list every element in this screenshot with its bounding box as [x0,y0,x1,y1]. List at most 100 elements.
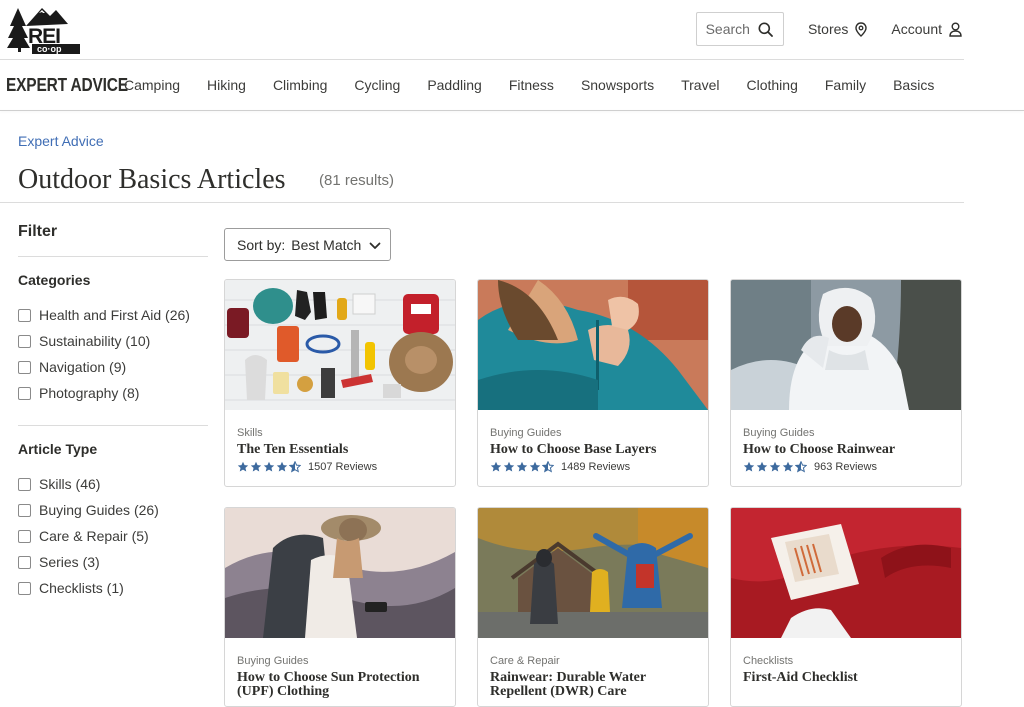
filter-option-checklists[interactable]: Checklists (1) [18,575,159,601]
nav-item-clothing[interactable]: Clothing [746,77,797,93]
filter-option-buying-guides[interactable]: Buying Guides (26) [18,497,159,523]
article-card-rainwear[interactable]: Buying Guides How to Choose Rainwear 963… [730,279,962,487]
sort-dropdown[interactable]: Sort by: Best Match [224,228,391,261]
nav-item-climbing[interactable]: Climbing [273,77,327,93]
checkbox[interactable] [18,529,31,543]
stores-link[interactable]: Stores [808,21,868,37]
article-card-base-layers[interactable]: Buying Guides How to Choose Base Layers … [477,279,709,487]
nav-item-camping[interactable]: Camping [124,77,180,93]
article-image-rainwear[interactable] [731,280,961,410]
article-meta: Care & Repair Rainwear: Durable Water Re… [490,655,698,699]
expert-advice-nav: EXPERT ADVICE Camping Hiking Climbing Cy… [0,60,1024,111]
star-icon [529,461,541,472]
filter-option-label: Navigation (9) [39,359,127,375]
rei-logo[interactable]: REI co·op [6,4,82,54]
filter-option-health-first-aid[interactable]: Health and First Aid (26) [18,302,190,328]
account-link[interactable]: Account [891,21,962,37]
filter-option-skills[interactable]: Skills (46) [18,471,159,497]
nav-item-hiking[interactable]: Hiking [207,77,246,93]
article-image-ten-essentials[interactable] [225,280,455,410]
star-half-icon [542,461,554,473]
location-pin-icon [855,21,868,37]
filter-group-categories: Categories Health and First Aid (26) Sus… [18,272,190,406]
article-image-sun-protection[interactable] [225,508,455,638]
filter-option-photography[interactable]: Photography (8) [18,380,190,406]
breadcrumb-expert-advice[interactable]: Expert Advice [18,133,104,149]
nav-item-snowsports[interactable]: Snowsports [581,77,654,93]
checkbox[interactable] [18,581,31,595]
article-title[interactable]: Rainwear: Durable Water Repellent (DWR) … [490,671,698,699]
search-icon [758,22,773,37]
page-title: Outdoor Basics Articles [18,164,286,195]
filter-option-navigation[interactable]: Navigation (9) [18,354,190,380]
star-icon [756,461,768,472]
article-meta: Buying Guides How to Choose Sun Protecti… [237,655,445,699]
article-title[interactable]: First-Aid Checklist [743,671,951,685]
article-card-ten-essentials[interactable]: Skills The Ten Essentials 1507 Reviews [224,279,456,487]
star-icon [743,461,755,472]
account-label: Account [891,21,942,37]
filter-option-label: Checklists (1) [39,580,124,596]
nav-divider [0,110,1024,111]
filter-option-care-repair[interactable]: Care & Repair (5) [18,523,159,549]
article-category: Buying Guides [743,427,815,439]
header-actions: Search Stores Account [695,12,962,46]
star-half-icon [795,461,807,473]
article-title[interactable]: How to Choose Rainwear [743,443,951,457]
expert-advice-home-link[interactable]: EXPERT ADVICE [6,75,128,96]
filter-option-label: Care & Repair (5) [39,528,149,544]
checkbox[interactable] [18,308,31,322]
nav-item-paddling[interactable]: Paddling [427,77,482,93]
article-rating: 963 Reviews [743,461,951,473]
user-icon [949,22,962,37]
article-image-first-aid[interactable] [731,508,961,638]
filter-group-label: Categories [18,272,91,288]
nav-item-family[interactable]: Family [825,77,866,93]
filter-option-label: Health and First Aid (26) [39,307,190,323]
article-title[interactable]: How to Choose Base Layers [490,443,698,457]
article-image-dwr-care[interactable] [478,508,708,638]
title-divider [0,202,964,203]
article-card-first-aid-checklist[interactable]: Checklists First-Aid Checklist [730,507,962,707]
article-category: Checklists [743,655,794,667]
top-header: REI co·op Search Stores Account [0,0,1024,60]
article-card-dwr-care[interactable]: Care & Repair Rainwear: Durable Water Re… [477,507,709,707]
article-meta: Skills The Ten Essentials 1507 Reviews [237,427,445,473]
filter-group-label: Article Type [18,441,98,457]
filter-divider [18,256,208,257]
checkbox[interactable] [18,555,31,569]
review-count[interactable]: 1507 Reviews [308,461,377,473]
star-icon [503,461,515,472]
review-count[interactable]: 1489 Reviews [561,461,630,473]
filter-divider [18,425,208,426]
nav-item-travel[interactable]: Travel [681,77,719,93]
article-category: Skills [237,427,263,439]
star-icon [237,461,249,472]
star-icon [490,461,502,472]
article-title[interactable]: How to Choose Sun Protection (UPF) Cloth… [237,671,445,699]
review-count[interactable]: 963 Reviews [814,461,877,473]
article-card-sun-protection[interactable]: Buying Guides How to Choose Sun Protecti… [224,507,456,707]
article-title[interactable]: The Ten Essentials [237,443,445,457]
article-image-base-layers[interactable] [478,280,708,410]
filter-option-sustainability[interactable]: Sustainability (10) [18,328,190,354]
article-meta: Buying Guides How to Choose Rainwear 963… [743,427,951,473]
nav-item-basics[interactable]: Basics [893,77,934,93]
checkbox[interactable] [18,386,31,400]
results-count: (81 results) [319,172,395,189]
star-rating [743,461,808,473]
checkbox[interactable] [18,334,31,348]
nav-item-fitness[interactable]: Fitness [509,77,554,93]
star-icon [769,461,781,472]
article-rating: 1507 Reviews [237,461,445,473]
nav-categories: Camping Hiking Climbing Cycling Paddling… [124,77,961,93]
star-icon [263,461,275,472]
nav-item-cycling[interactable]: Cycling [354,77,400,93]
checkbox[interactable] [18,477,31,491]
checkbox[interactable] [18,503,31,517]
article-category: Care & Repair [490,655,560,667]
search-button[interactable]: Search [695,12,784,46]
filter-option-series[interactable]: Series (3) [18,549,159,575]
checkbox[interactable] [18,360,31,374]
filter-group-article-type: Article Type Skills (46) Buying Guides (… [18,441,159,601]
